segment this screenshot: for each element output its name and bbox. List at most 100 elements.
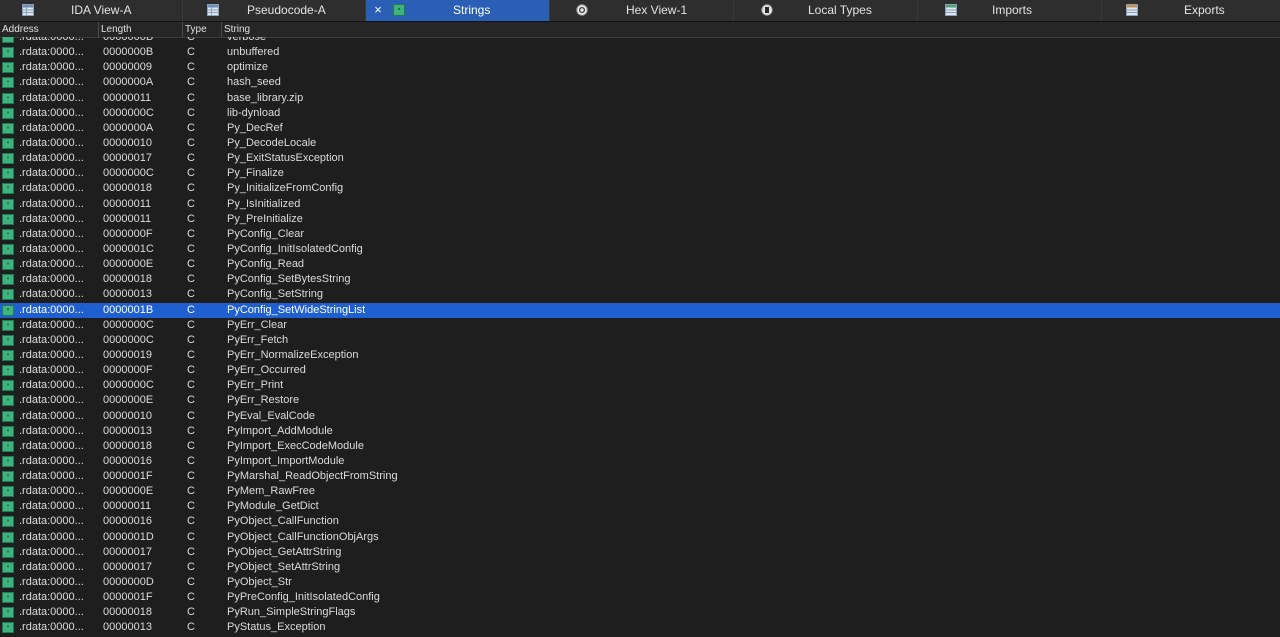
table-row[interactable]: " .rdata:0000... 00000011 C Py_IsInitialized: [0, 197, 1280, 212]
table-row[interactable]: " .rdata:0000... 0000000B Cverbose: [0, 37, 1280, 45]
table-row[interactable]: " .rdata:0000... 00000017 C PyObject_GetAttr…: [0, 545, 1280, 560]
cell-address: .rdata:0000...: [19, 243, 84, 255]
close-icon[interactable]: ×: [372, 3, 384, 17]
cell-length: 0000001D: [103, 531, 154, 543]
svg-text:": ": [7, 473, 10, 481]
table-row[interactable]: " .rdata:0000... 0000000E C PyConfig_Read: [0, 257, 1280, 272]
column-length[interactable]: Length: [98, 22, 182, 37]
table-row[interactable]: " .rdata:0000... 00000013 C PyConfig_SetStri…: [0, 287, 1280, 302]
table-row[interactable]: " .rdata:0000... 0000000D C PyObject_Str: [0, 575, 1280, 590]
table-row[interactable]: " .rdata:0000... 0000001B C PyConfig_SetWide…: [0, 303, 1280, 318]
tab-hex-view-1[interactable]: Hex View-1: [550, 0, 734, 21]
cell-address: .rdata:0000...: [19, 213, 84, 225]
cell-string: base_library.zip: [227, 92, 304, 104]
cell-length: 00000016: [103, 455, 152, 467]
table-row[interactable]: " .rdata:0000... 0000001F C PyMarshal_ReadOb…: [0, 469, 1280, 484]
svg-text:": ": [7, 246, 10, 254]
string-icon: ": [2, 320, 14, 331]
table-row[interactable]: " .rdata:0000... 00000017 C PyObject_SetAttr…: [0, 560, 1280, 575]
tab-label: Local Types: [808, 3, 872, 17]
string-icon: ": [2, 532, 14, 543]
table-row[interactable]: " .rdata:0000... 00000011 Cbase_library.zip: [0, 91, 1280, 106]
cell-string: lib-dynload: [227, 107, 281, 119]
table-row[interactable]: " .rdata:0000... 00000016 C PyImport_ImportM…: [0, 454, 1280, 469]
cell-address: .rdata:0000...: [19, 379, 84, 391]
table-row[interactable]: " .rdata:0000... 00000013 C PyImport_AddModu…: [0, 424, 1280, 439]
cell-length: 0000000D: [103, 576, 154, 588]
cell-string: PyConfig_Clear: [227, 228, 305, 240]
cell-length: 00000017: [103, 546, 152, 558]
cell-type: C: [187, 107, 195, 119]
table-row[interactable]: " .rdata:0000... 00000011 C PyModule_GetDict: [0, 499, 1280, 514]
string-icon: ": [2, 259, 14, 270]
cell-string: PyModule_GetDict: [227, 500, 319, 512]
table-row[interactable]: " .rdata:0000... 0000001C C PyConfig_InitIso…: [0, 242, 1280, 257]
tab-pseudocode-a[interactable]: Pseudocode-A: [183, 0, 366, 21]
cell-address: .rdata:0000...: [19, 591, 84, 603]
table-row[interactable]: " .rdata:0000... 0000000F C PyConfig_Clear: [0, 227, 1280, 242]
cell-type: C: [187, 152, 195, 164]
cell-type: C: [187, 76, 195, 88]
string-icon: ": [2, 183, 14, 194]
tab-local-types[interactable]: Local Types: [734, 0, 918, 21]
cell-length: 00000011: [103, 213, 152, 225]
table-row[interactable]: " .rdata:0000... 0000000C C Py_Finalize: [0, 166, 1280, 181]
svg-text:": ": [7, 140, 10, 148]
table-row[interactable]: " .rdata:0000... 0000000E C PyErr_Restore: [0, 393, 1280, 408]
svg-text:": ": [7, 95, 10, 103]
table-row[interactable]: " .rdata:0000... 00000019 C PyErr_NormalizeE…: [0, 348, 1280, 363]
cell-address: .rdata:0000...: [19, 46, 84, 58]
cell-address: .rdata:0000...: [19, 107, 84, 119]
string-icon: ": [2, 229, 14, 240]
table-row[interactable]: " .rdata:0000... 0000000C C PyErr_Fetch: [0, 333, 1280, 348]
table-row[interactable]: " .rdata:0000... 0000000B Cunbuffered: [0, 45, 1280, 60]
tab-imports[interactable]: Imports: [918, 0, 1102, 21]
table-row[interactable]: " .rdata:0000... 00000011 C Py_PreInitialize: [0, 212, 1280, 227]
table-row[interactable]: " .rdata:0000... 00000018 C PyConfig_SetByte…: [0, 272, 1280, 287]
table-row[interactable]: " .rdata:0000... 0000000C C PyErr_Clear: [0, 318, 1280, 333]
cell-string: PyImport_ImportModule: [227, 455, 345, 467]
cell-address: .rdata:0000...: [19, 470, 84, 482]
cell-string: PyConfig_InitIsolatedConfig: [227, 243, 363, 255]
table-row[interactable]: " .rdata:0000... 0000000F C PyErr_Occurred: [0, 363, 1280, 378]
column-address[interactable]: Address: [0, 22, 98, 37]
cell-length: 00000013: [103, 288, 152, 300]
table-row[interactable]: " .rdata:0000... 00000017 C Py_ExitStatusExc…: [0, 151, 1280, 166]
table-row[interactable]: " .rdata:0000... 00000018 C PyRun_SimpleStri…: [0, 605, 1280, 620]
table-row[interactable]: " .rdata:0000... 00000018 C Py_InitializeFro…: [0, 181, 1280, 196]
string-icon: ": [2, 365, 14, 376]
table-row[interactable]: " .rdata:0000... 0000000E C PyMem_RawFree: [0, 484, 1280, 499]
svg-text:": ": [7, 382, 10, 390]
table-row[interactable]: " .rdata:0000... 00000018 C PyImport_ExecCod…: [0, 439, 1280, 454]
table-row[interactable]: " .rdata:0000... 0000000C Clib-dynload: [0, 106, 1280, 121]
column-string[interactable]: String: [221, 22, 1280, 37]
cell-length: 00000016: [103, 515, 152, 527]
cell-string: PyErr_Print: [227, 379, 284, 391]
string-icon: ": [2, 108, 14, 119]
cell-address: .rdata:0000...: [19, 576, 84, 588]
table-row[interactable]: " .rdata:0000... 0000000A C Py_DecRef: [0, 121, 1280, 136]
table-row[interactable]: " .rdata:0000... 00000009 Coptimize: [0, 60, 1280, 75]
string-icon: ": [2, 380, 14, 391]
table-row[interactable]: " .rdata:0000... 0000000A Chash_seed: [0, 75, 1280, 90]
cell-string: PyObject_GetAttrString: [227, 546, 342, 558]
tab-strings[interactable]: × " Strings: [366, 0, 550, 21]
tab-exports[interactable]: Exports: [1102, 0, 1280, 21]
table-row[interactable]: " .rdata:0000... 00000010 C PyEval_EvalCode: [0, 409, 1280, 424]
tab-ida-view-a[interactable]: IDA View-A: [0, 0, 183, 21]
svg-text:": ": [7, 397, 10, 405]
cell-length: 0000000C: [103, 379, 154, 391]
table-row[interactable]: " .rdata:0000... 0000001D C PyObject_CallFun…: [0, 530, 1280, 545]
cell-address: .rdata:0000...: [19, 61, 84, 73]
table-row[interactable]: " .rdata:0000... 00000010 C Py_DecodeLocale: [0, 136, 1280, 151]
cell-length: 0000000E: [103, 485, 154, 497]
svg-text:": ": [7, 276, 10, 284]
column-type[interactable]: Type: [182, 22, 221, 37]
string-icon: ": [393, 4, 405, 16]
table-row[interactable]: " .rdata:0000... 00000016 C PyObject_CallFun…: [0, 514, 1280, 529]
tab-label: Exports: [1184, 3, 1225, 17]
table-row[interactable]: " .rdata:0000... 0000000C C PyErr_Print: [0, 378, 1280, 393]
string-icon: ": [2, 274, 14, 285]
table-row[interactable]: " .rdata:0000... 00000013 C PyStatus_Excepti…: [0, 620, 1280, 635]
table-row[interactable]: " .rdata:0000... 0000001F C PyPreConfig_Init…: [0, 590, 1280, 605]
